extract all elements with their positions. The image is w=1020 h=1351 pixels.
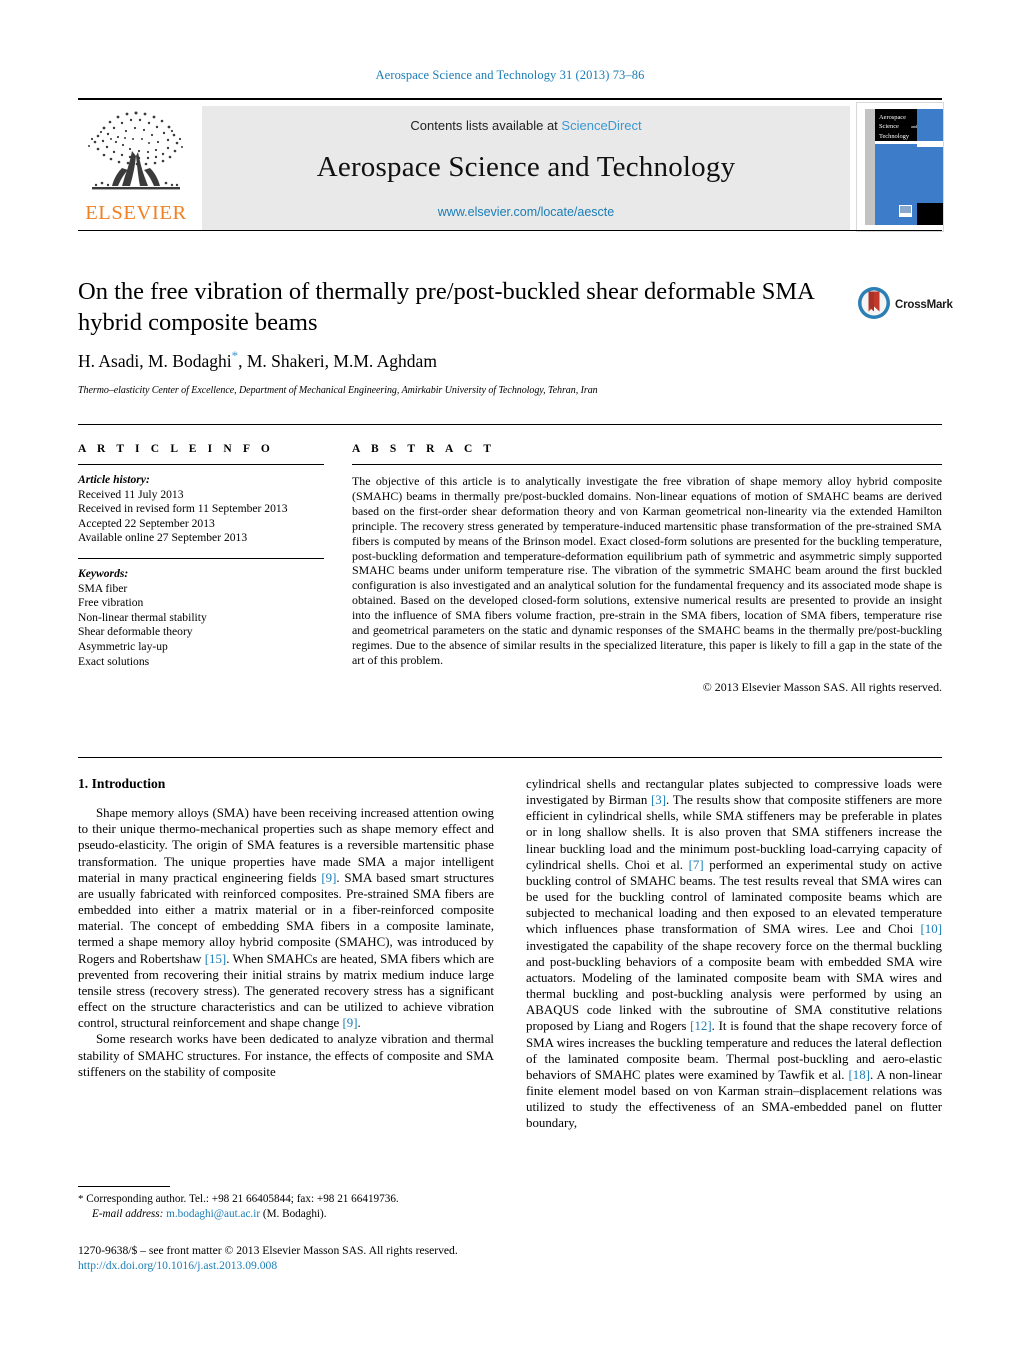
paragraph-text: . [357, 1016, 361, 1031]
citation-ref[interactable]: [12] [690, 1019, 711, 1033]
article-info-rule [78, 464, 324, 465]
contents-prefix: Contents lists available at [410, 118, 558, 133]
citation-ref[interactable]: [7] [689, 858, 704, 872]
corresponding-author-footnote: * Corresponding author. Tel.: +98 21 664… [78, 1192, 498, 1221]
title-divider [78, 230, 942, 231]
page-title: On the free vibration of thermally pre/p… [78, 278, 814, 336]
issn-copyright-line: 1270-9638/$ – see front matter © 2013 El… [78, 1244, 458, 1257]
history-item: Available online 27 September 2013 [78, 531, 248, 545]
abstract-text: The objective of this article is to anal… [352, 474, 942, 667]
journal-article-page: Aerospace Science and Technology 31 (201… [0, 0, 1020, 1351]
footnote-text: Corresponding author. Tel.: +98 21 66405… [83, 1193, 399, 1205]
crossmark-badge[interactable]: CrossMark [857, 286, 957, 328]
keyword-item: Asymmetric lay-up [78, 639, 168, 653]
history-item: Accepted 22 September 2013 [78, 516, 215, 530]
citation-ref[interactable]: [9] [343, 1016, 358, 1030]
author-list: H. Asadi, M. Bodaghi*, M. Shakeri, M.M. … [78, 348, 878, 372]
sciencedirect-link[interactable]: ScienceDirect [561, 118, 641, 133]
author-affiliation: Thermo–elasticity Center of Excellence, … [78, 385, 598, 396]
authors-secondary: , M. Shakeri, M.M. Aghdam [238, 350, 437, 371]
history-item: Received 11 July 2013 [78, 487, 184, 501]
abstract-rule [352, 464, 942, 465]
journal-homepage-link[interactable]: www.elsevier.com/locate/aescte [202, 205, 850, 219]
doi-link[interactable]: http://dx.doi.org/10.1016/j.ast.2013.09.… [78, 1258, 548, 1273]
elsevier-logo: ELSEVIER [78, 106, 194, 230]
journal-masthead: ELSEVIER Contents lists available at Sci… [78, 98, 944, 232]
email-link[interactable]: m.bodaghi@aut.ac.ir [166, 1208, 260, 1220]
paragraph: Shape memory alloys (SMA) have been rece… [78, 805, 494, 1031]
paragraph: Some research works have been dedicated … [78, 1032, 494, 1079]
abstract-divider-bottom [78, 757, 942, 758]
history-item: Received in revised form 11 September 20… [78, 502, 288, 516]
keyword-item: SMA fiber [78, 581, 128, 595]
citation-ref[interactable]: [10] [921, 922, 942, 936]
footnote-divider [78, 1186, 170, 1187]
journal-header-band: Contents lists available at ScienceDirec… [202, 106, 850, 230]
article-info-heading: A R T I C L E I N F O [78, 443, 274, 455]
abstract-heading: A B S T R A C T [352, 443, 496, 455]
elsevier-tree-icon [88, 111, 183, 190]
email-address-label: E-mail address: [92, 1207, 164, 1220]
elsevier-wordmark: ELSEVIER [85, 202, 187, 224]
body-column-right: cylindrical shells and rectangular plate… [526, 776, 942, 1131]
keyword-item: Free vibration [78, 596, 144, 610]
keywords-block: Keywords: SMA fiber Free vibration Non-l… [78, 567, 324, 669]
crossmark-label: CrossMark [895, 299, 953, 311]
citation-ref[interactable]: [9] [321, 871, 336, 885]
svg-text:Science: Science [879, 123, 899, 130]
footnote-line: * Corresponding author. Tel.: +98 21 664… [78, 1192, 498, 1207]
svg-text:and: and [911, 124, 918, 129]
citation-ref[interactable]: [15] [205, 952, 226, 966]
body-column-left: 1. Introduction Shape memory alloys (SMA… [78, 776, 494, 1080]
contents-available-line: Contents lists available at ScienceDirec… [202, 118, 850, 133]
keywords-label: Keywords: [78, 566, 129, 580]
copyright-line: © 2013 Elsevier Masson SAS. All rights r… [702, 679, 942, 694]
citation-ref[interactable]: [3] [651, 793, 666, 807]
svg-text:Technology: Technology [879, 133, 910, 140]
journal-cover-thumbnail: Aerospace Science and Technology [856, 102, 944, 232]
svg-text:Aerospace: Aerospace [879, 114, 906, 121]
abstract-column: A B S T R A C T The objective of this ar… [352, 443, 942, 695]
keyword-item: Shear deformable theory [78, 625, 193, 639]
footnote-email-line: E-mail address: m.bodaghi@aut.ac.ir (M. … [78, 1207, 498, 1222]
journal-title: Aerospace Science and Technology [316, 151, 736, 183]
keyword-item: Non-linear thermal stability [78, 610, 207, 624]
article-info-column: A R T I C L E I N F O Article history: R… [78, 443, 324, 669]
email-owner: (M. Bodaghi). [260, 1207, 327, 1220]
citation-ref[interactable]: [18] [848, 1068, 869, 1082]
running-head: Aerospace Science and Technology 31 (201… [375, 68, 645, 82]
paragraph: cylindrical shells and rectangular plate… [526, 776, 942, 1131]
journal-cover-image: Aerospace Science and Technology [857, 103, 943, 231]
article-history-label: Article history: [78, 473, 150, 486]
crossmark-icon [858, 287, 890, 319]
section-heading-introduction: 1. Introduction [78, 776, 166, 791]
keywords-rule [78, 557, 324, 559]
article-history-block: Article history: Received 11 July 2013 R… [78, 473, 324, 546]
keyword-item: Exact solutions [78, 654, 150, 668]
imprint-block: 1270-9638/$ – see front matter © 2013 El… [78, 1243, 548, 1273]
authors-primary: H. Asadi, M. Bodaghi [78, 350, 232, 371]
info-divider-top [78, 424, 942, 425]
